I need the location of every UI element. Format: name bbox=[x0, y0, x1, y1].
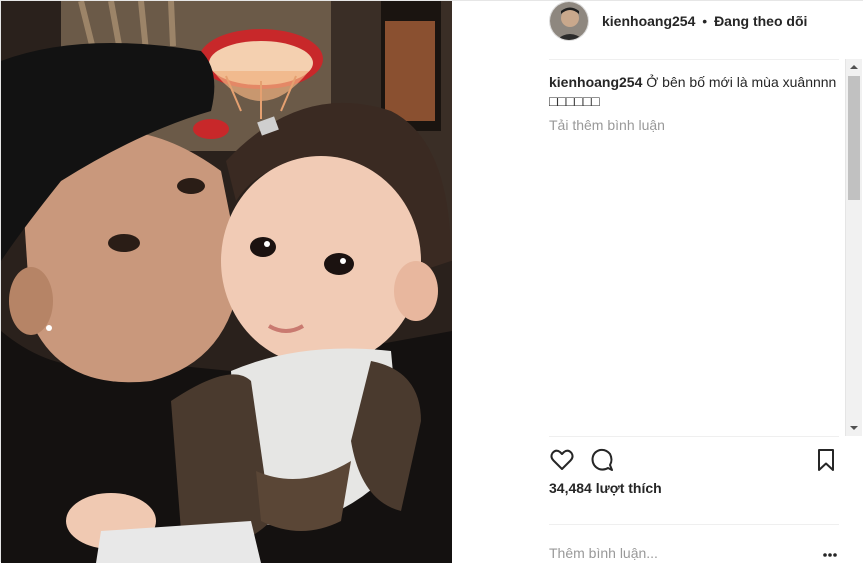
comment-bubble-icon bbox=[591, 448, 613, 471]
comment-divider bbox=[549, 524, 839, 525]
like-button[interactable] bbox=[549, 447, 575, 473]
more-options-icon bbox=[823, 553, 837, 557]
save-button[interactable] bbox=[813, 447, 839, 473]
add-comment-input[interactable]: Thêm bình luận... bbox=[549, 545, 658, 561]
avatar-image bbox=[550, 2, 588, 40]
scroll-down-arrow-icon[interactable] bbox=[846, 420, 862, 436]
load-more-comments-link[interactable]: Tải thêm bình luận bbox=[549, 117, 665, 133]
actions-divider bbox=[549, 436, 839, 437]
bookmark-icon bbox=[818, 449, 834, 471]
more-options-button[interactable] bbox=[822, 547, 838, 557]
caption: kienhoang254 Ở bên bố mới là mùa xuânnnn… bbox=[549, 73, 839, 111]
photo-father-kissing-baby bbox=[1, 1, 452, 563]
caption-username-link[interactable]: kienhoang254 bbox=[549, 74, 642, 90]
likes-count[interactable]: 34,484 lượt thích bbox=[549, 480, 662, 496]
post-header: kienhoang254 • Đang theo dõi bbox=[602, 13, 807, 29]
heart-icon bbox=[550, 449, 574, 470]
follow-status-button[interactable]: Đang theo dõi bbox=[714, 13, 807, 29]
header-divider bbox=[549, 59, 839, 60]
scrollbar-thumb[interactable] bbox=[848, 76, 860, 200]
post-actions bbox=[549, 447, 839, 473]
post-photo[interactable] bbox=[1, 1, 452, 563]
username-link[interactable]: kienhoang254 bbox=[602, 13, 695, 29]
post-details-panel: kienhoang254 • Đang theo dõi kienhoang25… bbox=[452, 1, 863, 563]
scroll-up-arrow-icon[interactable] bbox=[846, 59, 862, 75]
instagram-post: kienhoang254 • Đang theo dõi kienhoang25… bbox=[0, 0, 863, 563]
header-separator: • bbox=[702, 13, 708, 29]
avatar[interactable] bbox=[549, 1, 589, 41]
comments-scrollbar[interactable] bbox=[845, 59, 862, 436]
comment-button[interactable] bbox=[589, 447, 615, 473]
